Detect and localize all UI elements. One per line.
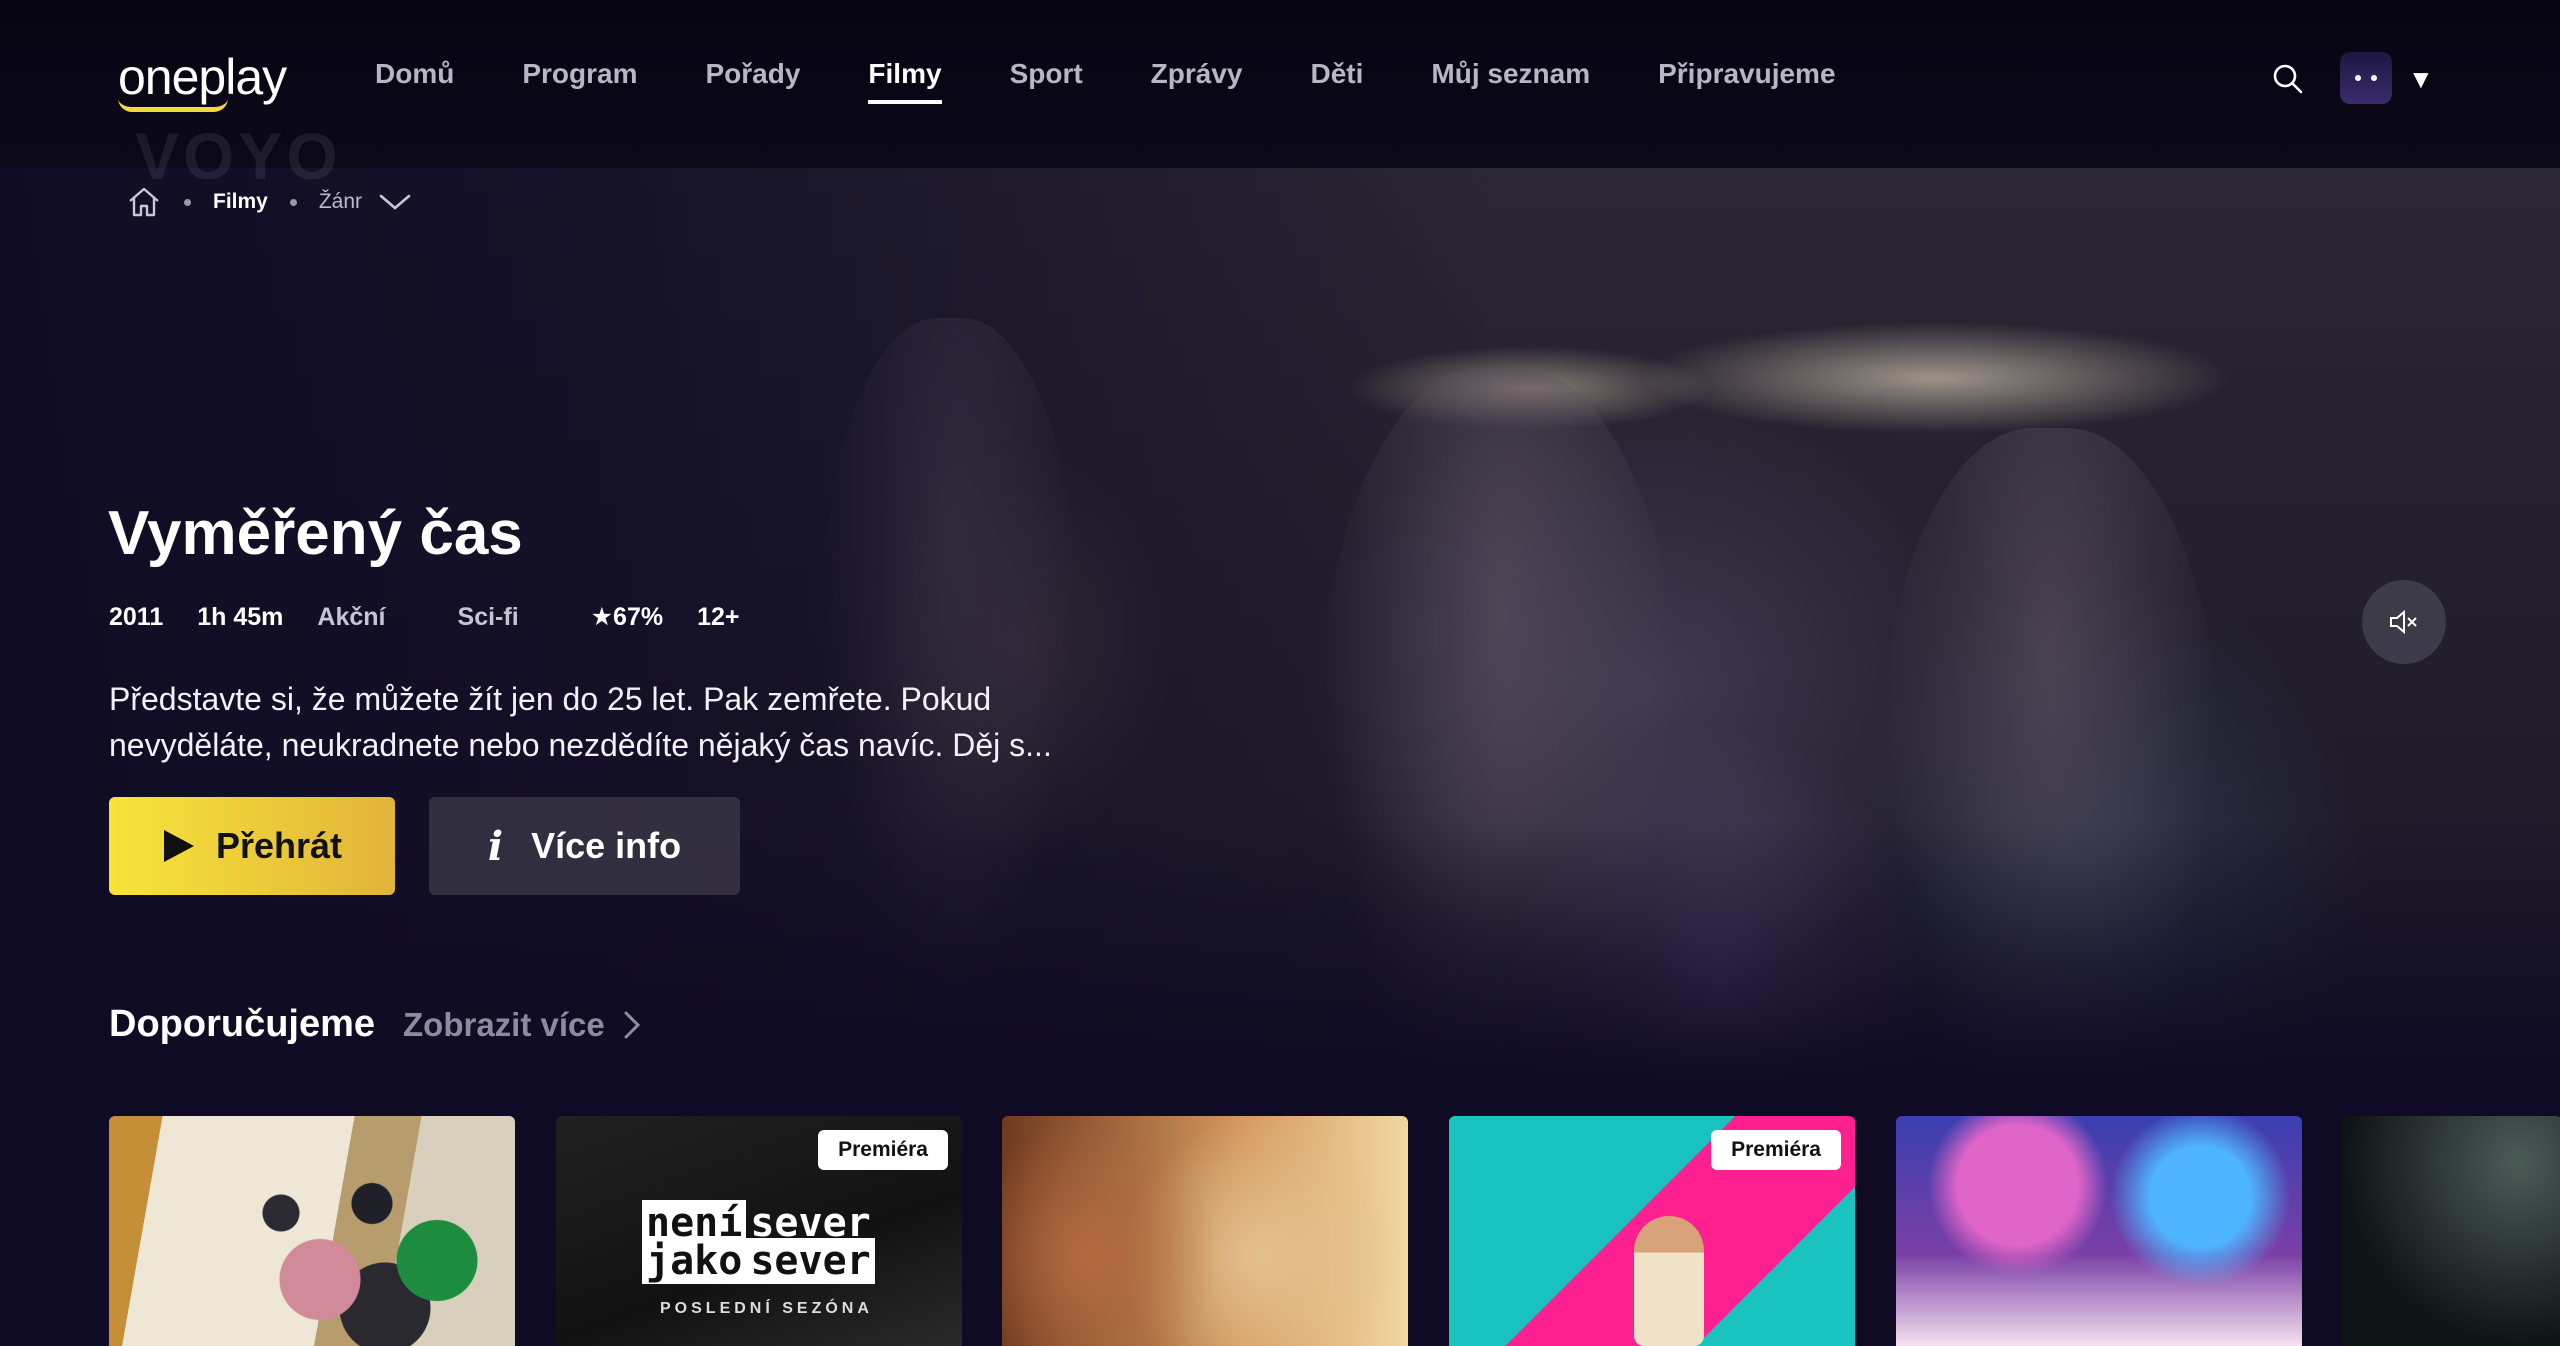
info-icon: i [487,822,504,870]
content-card[interactable] [2342,1116,2560,1346]
movie-rating: ★67% [590,603,664,631]
play-icon [163,830,194,862]
genre-dropdown-label[interactable]: Žánr [319,190,362,214]
movie-year: 2011 [109,602,164,631]
breadcrumb: Filmy Žánr [126,184,412,220]
content-card[interactable] [109,1116,515,1346]
play-button-label: Přehrát [215,825,343,866]
content-card[interactable]: Premiéra [1449,1116,1855,1346]
chevron-down-icon[interactable] [378,192,412,212]
card-thumbnail [1634,1216,1704,1346]
age-rating: 12+ [697,602,740,631]
play-button[interactable]: Přehrát [109,797,395,895]
nav-item-filmy[interactable]: Filmy [868,58,942,104]
content-card[interactable] [1002,1116,1408,1346]
show-more-label: Zobrazit více [403,1006,605,1043]
main-nav: Domů Program Pořady Filmy Sport Zprávy D… [375,58,1904,104]
more-info-label: Více info [531,825,682,866]
nav-item-pripravujeme[interactable]: Připravujeme [1658,58,1835,90]
avatar-eye [2352,72,2364,84]
voyo-ghost-logo: VOYO [135,119,342,193]
logo-swoosh [118,98,228,112]
card-thumbnail [229,1156,489,1346]
chevron-right-icon [624,1011,640,1039]
card-title-art: není sever jako sever [642,1200,875,1284]
content-card[interactable]: není sever jako sever POSLEDNÍ SEZÓNA Prem… [556,1116,962,1346]
nav-item-porady[interactable]: Pořady [705,58,800,90]
premiere-badge: Premiéra [1711,1130,1841,1170]
caret-down-icon[interactable]: ▼ [2408,64,2434,95]
nav-item-program[interactable]: Program [522,58,637,90]
premiere-badge: Premiéra [818,1130,948,1170]
card-subtitle: POSLEDNÍ SEZÓNA [660,1300,873,1317]
section-title: Doporučujeme [109,1003,376,1045]
content-card[interactable] [1896,1116,2302,1346]
movie-genre: Sci-fi [457,602,519,631]
nav-item-zpravy[interactable]: Zprávy [1151,58,1243,90]
movie-meta: 2011 1h 45m Akční Sci-fi ★67% 12+ [109,602,774,632]
nav-item-deti[interactable]: Děti [1311,58,1364,90]
search-icon[interactable] [2272,63,2304,95]
mute-button[interactable] [2362,580,2446,664]
movie-genre: Akční [317,602,386,631]
nav-item-sport[interactable]: Sport [1010,58,1083,90]
top-navigation-bar: VOYO oneplay Domů Program Pořady Filmy S… [0,0,2560,193]
movie-description: Představte si, že můžete žít jen do 25 l… [109,681,1052,763]
show-more-link[interactable]: Zobrazit více [403,1006,641,1044]
home-icon[interactable] [126,184,162,220]
nav-item-muj-seznam[interactable]: Můj seznam [1431,58,1590,90]
breadcrumb-filmy[interactable]: Filmy [213,190,268,214]
movie-duration: 1h 45m [197,602,284,631]
movie-title: Vyměřený čas [108,499,523,568]
speaker-muted-icon [2390,609,2417,635]
more-info-button[interactable]: i Více info [429,797,740,895]
avatar[interactable] [2340,52,2392,104]
nav-item-domu[interactable]: Domů [375,58,454,90]
avatar-eye [2368,72,2380,84]
